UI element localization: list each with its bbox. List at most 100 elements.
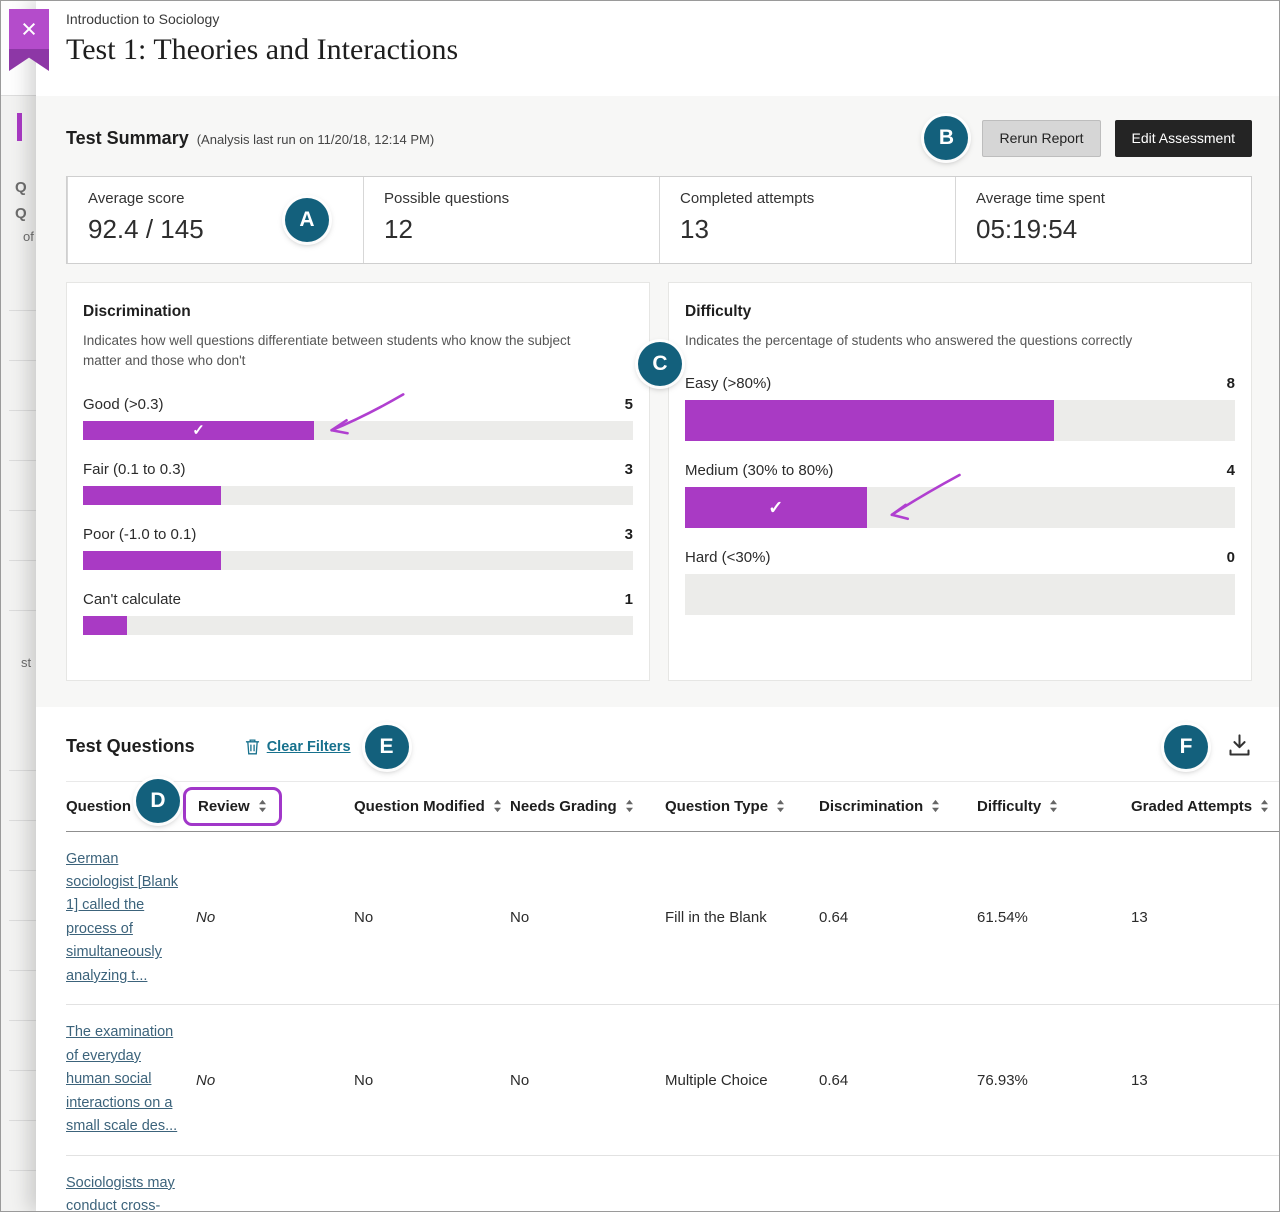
page-title: Test 1: Theories and Interactions (66, 33, 1279, 67)
cell-grading: No (510, 1155, 665, 1212)
summary-stats: A Average score92.4 / 145Possible questi… (66, 176, 1252, 264)
bar-group: Medium (30% to 80%)4✓ (685, 462, 1235, 528)
bar-track: ✓ (83, 421, 633, 440)
cell-grading: No (510, 1005, 665, 1155)
stat-cell: Possible questions12 (363, 177, 659, 263)
column-label: Needs Grading (510, 798, 617, 815)
questions-heading: Test Questions Clear Filters E F (66, 725, 1279, 769)
cell-attempts: 13 (1131, 1155, 1280, 1212)
test-summary-section: Test Summary (Analysis last run on 11/20… (36, 96, 1279, 707)
stat-value: 12 (384, 214, 639, 245)
stat-cell: Average time spent05:19:54 (955, 177, 1251, 263)
bar-count: 4 (1227, 462, 1235, 479)
background-text: of (23, 229, 34, 244)
cell-review: No (196, 831, 354, 1005)
bar-group: Good (>0.3) 5 ✓ (83, 396, 633, 440)
bar-fill (83, 486, 221, 505)
sort-icon (625, 799, 634, 813)
cell-question: German sociologist [Blank 1] called the … (66, 831, 196, 1005)
breadcrumb: Introduction to Sociology (66, 11, 1279, 27)
question-link[interactable]: Sociologists may conduct cross-cultural … (66, 1172, 186, 1212)
bar-track (83, 486, 633, 505)
test-questions-section: Test Questions Clear Filters E F (36, 707, 1279, 1212)
difficulty-title: Difficulty (685, 303, 1235, 321)
callout-e: E (365, 725, 409, 769)
bar-fill: ✓ (83, 421, 314, 440)
cell-discrimination: 0.64 (819, 831, 977, 1005)
column-label: Graded Attempts (1131, 798, 1252, 815)
bar-fill (83, 551, 221, 570)
cell-review: No (196, 1155, 354, 1212)
bar-count: 0 (1227, 549, 1235, 566)
cell-attempts: 13 (1131, 1005, 1280, 1155)
clear-filters-button[interactable]: Clear Filters (245, 738, 351, 755)
column-header-graded-attempts[interactable]: Graded Attempts (1131, 781, 1280, 831)
cell-attempts: 13 (1131, 831, 1280, 1005)
check-icon: ✓ (192, 421, 205, 439)
cell-question: The examination of everyday human social… (66, 1005, 196, 1155)
close-button[interactable]: × (9, 9, 49, 49)
difficulty-bars: Easy (>80%)8 Medium (30% to 80%)4✓ Hard (<… (685, 375, 1235, 615)
bar-track (83, 616, 633, 635)
column-header-review[interactable]: Review (196, 781, 354, 831)
cell-modified: No (354, 831, 510, 1005)
cell-modified: No (354, 1155, 510, 1212)
bar-group: Hard (<30%) 0 (685, 549, 1235, 615)
cell-question: Sociologists may conduct cross-cultural … (66, 1155, 196, 1212)
cell-type: Fill in the Blank (665, 831, 819, 1005)
summary-title: Test Summary (66, 128, 189, 149)
column-header-discrimination[interactable]: Discrimination (819, 781, 977, 831)
bar-label: Easy (>80%) (685, 375, 771, 392)
stat-cell: Completed attempts13 (659, 177, 955, 263)
column-label: Question Modified (354, 798, 485, 815)
download-button[interactable] (1224, 730, 1255, 764)
callout-c: C (638, 342, 682, 386)
column-header-needs-grading[interactable]: Needs Grading (510, 781, 665, 831)
table-header-row: Question ReviewQuestion Modified Needs Gra… (66, 781, 1280, 831)
bar-count: 3 (625, 461, 633, 478)
background-text: st (21, 655, 31, 670)
bar-group: Fair (0.1 to 0.3)3 (83, 461, 633, 505)
cell-review: No (196, 1005, 354, 1155)
bar-label: Hard (<30%) (685, 549, 770, 566)
stat-label: Average time spent (976, 190, 1231, 207)
bar-label: Good (>0.3) (83, 396, 163, 413)
cell-type: Multiple Choice (665, 1005, 819, 1155)
column-header-difficulty[interactable]: Difficulty (977, 781, 1131, 831)
column-header-question-type[interactable]: Question Type (665, 781, 819, 831)
clear-filters-label: Clear Filters (267, 739, 351, 755)
bar-label: Poor (-1.0 to 0.1) (83, 526, 196, 543)
cell-difficulty: 61.54% (977, 831, 1131, 1005)
callout-b: B (924, 116, 968, 160)
background-rows (9, 721, 36, 1191)
background-page: Q Q of st (1, 1, 36, 1211)
cell-discrimination: 0.5 (819, 1155, 977, 1212)
bar-track (685, 574, 1235, 615)
bar-count: 1 (625, 591, 633, 608)
summary-heading: Test Summary (Analysis last run on 11/20… (66, 116, 1252, 160)
question-link[interactable]: The examination of everyday human social… (66, 1021, 186, 1138)
column-label: Question (66, 798, 131, 815)
bar-group: Poor (-1.0 to 0.1)3 (83, 526, 633, 570)
cell-grading: No (510, 831, 665, 1005)
callout-a: A (285, 198, 329, 242)
screen: Q Q of st Introduction to Sociology Test… (0, 0, 1280, 1212)
question-link[interactable]: German sociologist [Blank 1] called the … (66, 848, 186, 989)
table-row: The examination of everyday human social… (66, 1005, 1280, 1155)
column-header-question-modified[interactable]: Question Modified (354, 781, 510, 831)
rerun-report-button[interactable]: Rerun Report (982, 120, 1100, 157)
callout-d: D (136, 779, 180, 823)
questions-table-wrap: Question ReviewQuestion Modified Needs Gra… (66, 781, 1279, 1212)
edit-assessment-button[interactable]: Edit Assessment (1115, 120, 1253, 157)
column-label: Difficulty (977, 798, 1041, 815)
bar-track (685, 400, 1235, 441)
bar-group: Can't calculate1 (83, 591, 633, 635)
discrimination-title: Discrimination (83, 303, 633, 321)
close-icon: × (21, 16, 37, 43)
difficulty-description: Indicates the percentage of students who… (685, 331, 1208, 351)
sort-icon (1260, 799, 1269, 813)
bar-group: Easy (>80%)8 (685, 375, 1235, 441)
discrimination-bars: Good (>0.3) 5 ✓ Fair (0.1 to 0.3)3 Poor (-1.… (83, 396, 633, 635)
background-text: Q (15, 205, 27, 222)
bar-count: 5 (625, 396, 633, 413)
